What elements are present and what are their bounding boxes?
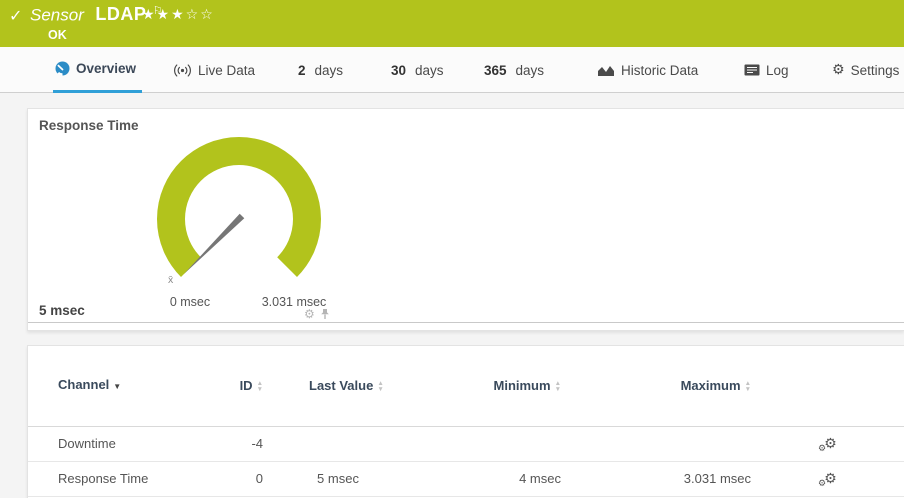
tab-live-data[interactable]: Live Data xyxy=(171,47,261,93)
cell-minimum: 4 msec xyxy=(413,461,561,496)
tab-historic-data[interactable]: Historic Data xyxy=(595,47,704,93)
tab-30-days[interactable]: 30 days xyxy=(389,47,450,93)
column-header-channel[interactable]: Channel xyxy=(28,346,188,426)
tab-30-days-label: days xyxy=(415,63,444,78)
column-header-minimum[interactable]: Minimum xyxy=(413,346,561,426)
tab-overview[interactable]: Overview xyxy=(53,47,142,93)
tab-2-days-number: 2 xyxy=(298,63,306,78)
cell-maximum xyxy=(561,426,751,461)
cell-channel[interactable]: Response Time xyxy=(28,461,188,496)
sort-desc-icon xyxy=(113,382,121,391)
tab-live-data-label: Live Data xyxy=(198,63,255,78)
tab-log-label: Log xyxy=(766,63,789,78)
channel-settings-icon[interactable]: ⚙⚙ xyxy=(818,437,837,452)
tab-settings[interactable]: ⚙ Settings xyxy=(830,47,904,93)
column-header-last-value[interactable]: Last Value xyxy=(263,346,413,426)
tab-historic-data-label: Historic Data xyxy=(621,63,698,78)
channel-settings-icon[interactable]: ⚙⚙ xyxy=(818,472,837,487)
channel-table: Channel ID Last Value Minimum Maximum xyxy=(28,346,904,497)
response-time-panel: Response Time x̄ 0 msec 3.031 msec 5 mse… xyxy=(27,108,904,331)
panel-toolbar: ⚙ xyxy=(304,307,330,321)
tab-bar: Overview Live Data 2 days 30 days 365 da… xyxy=(0,47,904,93)
tab-365-days[interactable]: 365 days xyxy=(482,47,550,93)
tab-365-days-number: 365 xyxy=(484,63,507,78)
cell-channel[interactable]: Downtime xyxy=(28,426,188,461)
column-header-last-value-label: Last Value xyxy=(309,378,373,393)
area-chart-icon xyxy=(597,64,615,77)
column-header-id-label: ID xyxy=(240,378,253,393)
column-header-actions xyxy=(751,346,904,426)
sensor-status-bar: ✓ Sensor LDAP ⚐ ★★★☆☆ OK xyxy=(0,0,904,47)
sort-icon xyxy=(257,381,263,392)
column-header-maximum-label: Maximum xyxy=(681,378,741,393)
tab-overview-label: Overview xyxy=(76,61,136,76)
panel-footer-divider xyxy=(28,322,904,323)
cell-minimum xyxy=(413,426,561,461)
cell-id: -4 xyxy=(188,426,263,461)
current-value-label: 5 msec xyxy=(39,303,85,318)
sort-icon xyxy=(555,381,561,392)
sort-icon xyxy=(745,381,751,392)
tab-365-days-label: days xyxy=(516,63,545,78)
cell-id: 0 xyxy=(188,461,263,496)
priority-stars[interactable]: ★★★☆☆ xyxy=(142,6,215,23)
cell-last-value: 5 msec xyxy=(263,461,413,496)
column-header-id[interactable]: ID xyxy=(188,346,263,426)
sort-icon xyxy=(377,381,383,392)
panel-settings-gear-icon[interactable]: ⚙ xyxy=(304,307,315,321)
sensor-status-text: OK xyxy=(48,28,67,42)
live-data-icon xyxy=(173,64,192,77)
tab-30-days-number: 30 xyxy=(391,63,406,78)
gauge-icon xyxy=(55,61,70,76)
check-icon: ✓ xyxy=(9,6,22,26)
column-header-channel-label: Channel xyxy=(58,377,109,392)
column-header-minimum-label: Minimum xyxy=(494,378,551,393)
gauge-needle xyxy=(184,214,245,274)
gauge-scale-min: 0 msec xyxy=(150,295,230,309)
cell-last-value xyxy=(263,426,413,461)
tab-2-days[interactable]: 2 days xyxy=(296,47,349,93)
tab-2-days-label: days xyxy=(315,63,344,78)
channels-panel: Channel ID Last Value Minimum Maximum xyxy=(27,345,904,498)
table-row-downtime[interactable]: Downtime -4 ⚙⚙ xyxy=(28,426,904,461)
channel-table-header-row: Channel ID Last Value Minimum Maximum xyxy=(28,346,904,426)
tab-log[interactable]: Log xyxy=(742,47,795,93)
cell-maximum: 3.031 msec xyxy=(561,461,751,496)
pin-icon[interactable] xyxy=(320,308,330,320)
sensor-name: LDAP xyxy=(95,4,146,24)
log-list-icon xyxy=(744,64,760,76)
tab-settings-label: Settings xyxy=(851,63,900,78)
gauge-arc xyxy=(171,151,307,267)
response-time-gauge: x̄ xyxy=(139,127,339,287)
sensor-type-label: Sensor xyxy=(30,5,84,24)
gear-icon: ⚙ xyxy=(832,62,845,78)
gauge-mean-marker: x̄ xyxy=(168,274,174,286)
table-row-response-time[interactable]: Response Time 0 5 msec 4 msec 3.031 msec… xyxy=(28,461,904,496)
panel-title: Response Time xyxy=(39,118,139,133)
column-header-maximum[interactable]: Maximum xyxy=(561,346,751,426)
